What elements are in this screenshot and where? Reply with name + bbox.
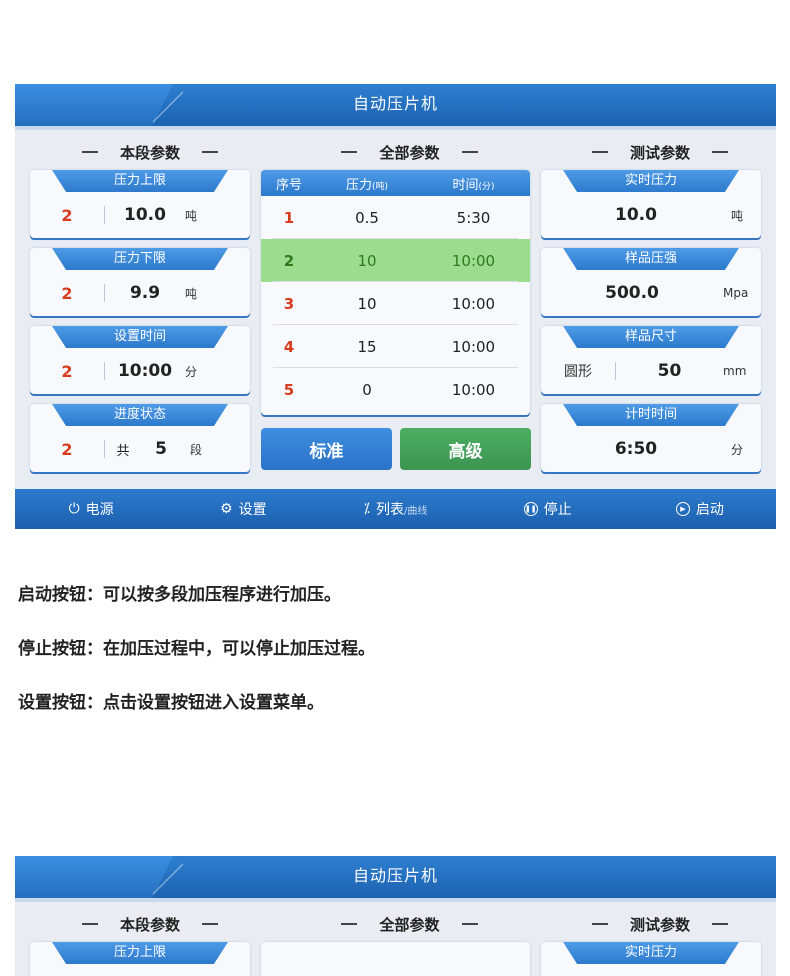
title-bar: 自动压片机	[15, 84, 776, 130]
segment-index: 2	[61, 205, 73, 225]
section-header-all: 全部参数	[277, 912, 542, 936]
card-caption: 实时压力	[563, 170, 739, 192]
section-header-test: 测试参数	[548, 912, 772, 936]
power-button[interactable]: ⏻ 电源	[15, 499, 167, 519]
start-button[interactable]: ▶ 启动	[624, 499, 776, 519]
card-set-time[interactable]: 设置时间 2 10:00 分	[30, 326, 250, 394]
card-caption: 样品尺寸	[563, 326, 739, 348]
pressure-upper-value: 10.0	[124, 205, 166, 225]
header-time: 时间(分)	[452, 177, 495, 193]
settings-button[interactable]: ⚙ 设置	[167, 499, 319, 519]
card-caption: 压力上限	[52, 170, 228, 192]
unit-label: 分	[731, 442, 744, 457]
header-seq: 序号	[275, 177, 302, 193]
table-row-selected[interactable]: 2 10 10:00	[261, 239, 530, 282]
card-caption: 压力上限	[52, 942, 228, 964]
table-row[interactable]: 4 15 10:00	[261, 325, 530, 368]
table-row[interactable]: 3 10 10:00	[261, 282, 530, 325]
description-stop: 停止按钮：在加压过程中，可以停止加压过程。	[18, 639, 375, 659]
card-progress: 进度状态 2 共 5 段	[30, 404, 250, 472]
section-header-all: 全部参数	[277, 140, 542, 164]
section-title: 测试参数	[629, 143, 690, 162]
card-realtime-pressure: 实时压力 10.0 吨	[541, 170, 761, 238]
segment-index: 2	[61, 361, 73, 381]
unit-label: Mpa	[723, 286, 749, 300]
app-title: 自动压片机	[352, 94, 438, 113]
segments-table	[261, 942, 530, 976]
segments-table: 序号 压力(吨) 时间(分) 1 0.5 5:30 2 10 10:00 3 1…	[261, 170, 530, 415]
section-title: 全部参数	[379, 143, 440, 162]
section-header-current: 本段参数	[35, 140, 265, 164]
app-title: 自动压片机	[352, 866, 438, 885]
card-sample-size[interactable]: 样品尺寸 圆形 50 mm	[541, 326, 761, 394]
sample-size-value: 50	[657, 361, 682, 381]
segment-index: 2	[61, 439, 73, 459]
section-title: 本段参数	[119, 143, 180, 162]
total-segments: 5	[155, 439, 167, 459]
table-header: 序号 压力(吨) 时间(分)	[261, 170, 530, 196]
timer-value: 6:50	[614, 439, 658, 459]
card-caption: 实时压力	[563, 942, 739, 964]
unit-label: mm	[723, 364, 747, 378]
total-prefix: 共	[116, 443, 130, 459]
description-settings: 设置按钮：点击设置按钮进入设置菜单。	[18, 693, 324, 713]
list-curve-button[interactable]: ⁒ 列表/曲线	[319, 499, 471, 519]
play-icon: ▶	[675, 502, 690, 516]
description-start: 启动按钮：可以按多段加压程序进行加压。	[18, 585, 341, 605]
card-caption: 进度状态	[52, 404, 228, 426]
table-row[interactable]: 5 0 10:00	[261, 368, 530, 411]
realtime-pressure-value: 10.0	[615, 205, 657, 225]
section-header-test: 测试参数	[548, 140, 772, 164]
machine-panel-preview: 自动压片机 本段参数 全部参数 测试参数 压力上限 实时压力	[15, 856, 776, 976]
title-bar: 自动压片机	[15, 856, 776, 902]
pause-icon: ❚❚	[523, 502, 538, 516]
card-caption: 样品压强	[563, 248, 739, 270]
table-row[interactable]: 1 0.5 5:30	[261, 196, 530, 239]
segment-index: 2	[61, 283, 73, 303]
card-timer: 计时时间 6:50 分	[541, 404, 761, 472]
unit-label: 分	[185, 364, 198, 379]
card-caption: 计时时间	[563, 404, 739, 426]
card-pressure-upper[interactable]: 压力上限 2 10.0 吨	[30, 170, 250, 238]
sample-shape: 圆形	[564, 364, 592, 380]
machine-panel: 自动压片机 本段参数 全部参数 测试参数 压力上限 2 10.0 吨 压力下限 …	[15, 84, 776, 529]
power-icon: ⏻	[68, 501, 80, 517]
card-caption: 压力下限	[52, 248, 228, 270]
title-underline	[15, 898, 776, 902]
advanced-button[interactable]: 高级	[400, 428, 531, 470]
card-caption: 设置时间	[52, 326, 228, 348]
title-underline	[15, 126, 776, 130]
sample-pressure-value: 500.0	[605, 283, 659, 303]
card-pressure-upper[interactable]: 压力上限	[30, 942, 250, 976]
stop-button[interactable]: ❚❚ 停止	[472, 499, 624, 519]
unit-label: 吨	[731, 208, 744, 223]
set-time-value: 10:00	[117, 361, 173, 381]
card-pressure-lower[interactable]: 压力下限 2 9.9 吨	[30, 248, 250, 316]
bottom-toolbar: ⏻ 电源 ⚙ 设置 ⁒ 列表/曲线 ❚❚ 停止 ▶ 启动	[15, 489, 776, 529]
section-header-current: 本段参数	[35, 912, 265, 936]
card-sample-pressure: 样品压强 500.0 Mpa	[541, 248, 761, 316]
list-icon: ⁒	[363, 501, 370, 517]
standard-button[interactable]: 标准	[261, 428, 392, 470]
pressure-lower-value: 9.9	[129, 283, 161, 303]
header-pressure: 压力(吨)	[345, 177, 389, 193]
unit-label: 吨	[185, 208, 198, 223]
unit-label: 段	[189, 442, 202, 457]
unit-label: 吨	[185, 286, 198, 301]
card-realtime-pressure: 实时压力	[541, 942, 761, 976]
gear-icon: ⚙	[220, 501, 233, 517]
